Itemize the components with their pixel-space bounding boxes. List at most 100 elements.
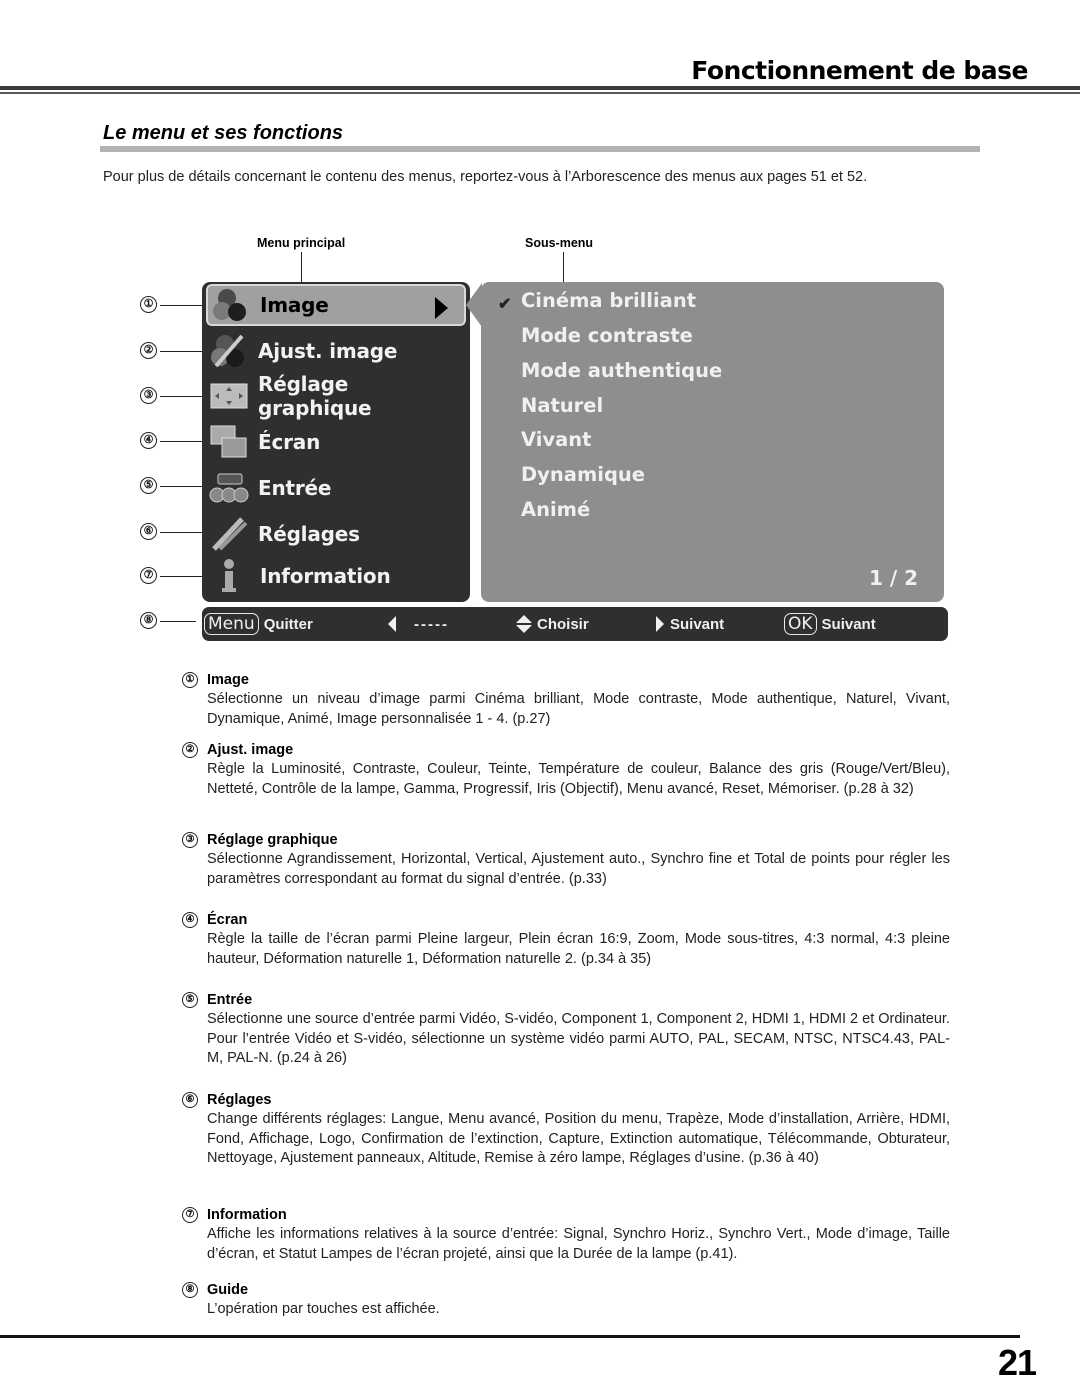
description-text: Sélectionne un niveau d’image parmi Ciné… <box>207 691 950 727</box>
description-ajust-image: ② Ajust. image Règle la Luminosité, Contr… <box>182 740 950 799</box>
menu-item-reglages[interactable]: Réglages <box>206 513 466 555</box>
description-text: L’opération par touches est affichée. <box>207 1301 440 1317</box>
description-text: Sélectionne une source d’entrée parmi Vi… <box>207 1011 950 1066</box>
guide-left: ----- <box>388 607 449 641</box>
menu-item-reglage-graphique[interactable]: Réglage graphique <box>206 372 466 420</box>
sub-menu: ✔ Cinéma brilliant Mode contraste Mode a… <box>481 282 944 602</box>
description-number: ① <box>182 672 198 688</box>
callout-line-6 <box>160 532 206 533</box>
callout-4: ④ <box>140 432 157 449</box>
callout-line-8 <box>160 621 196 622</box>
right-arrow-icon <box>656 616 664 632</box>
submenu-pointer <box>466 283 482 327</box>
description-number: ⑦ <box>182 1207 198 1223</box>
description-reglage-graphique: ③ Réglage graphique Sélectionne Agrandiss… <box>182 830 950 889</box>
description-title: Réglage graphique <box>207 832 338 848</box>
guide-next: Suivant <box>656 607 724 641</box>
footer-rule <box>0 1335 1020 1338</box>
menu-item-label: Information <box>260 564 391 588</box>
submenu-item-anime[interactable]: Animé <box>521 498 590 521</box>
menu-item-information[interactable]: Information <box>206 555 466 597</box>
description-entree: ⑤ Entrée Sélectionne une source d’entrée … <box>182 990 950 1069</box>
menu-item-ecran[interactable]: Écran <box>206 421 466 463</box>
description-text: Change différents réglages: Langue, Menu… <box>207 1111 950 1166</box>
info-icon <box>208 557 250 595</box>
intro-paragraph: Pour plus de détails concernant le conte… <box>103 169 868 185</box>
submenu-arrow-icon <box>435 297 448 319</box>
description-text: Règle la taille de l’écran parmi Pleine … <box>207 931 950 967</box>
description-number: ④ <box>182 912 198 928</box>
menu-item-image[interactable]: Image <box>206 284 466 326</box>
menu-item-label: Réglage graphique <box>258 372 372 420</box>
submenu-item-vivant[interactable]: Vivant <box>521 428 592 451</box>
description-number: ⑧ <box>182 1282 198 1298</box>
callout-6: ⑥ <box>140 523 157 540</box>
menu-item-label: Image <box>260 293 329 317</box>
header-rule <box>0 86 1080 90</box>
ok-key-icon: OK <box>784 613 817 635</box>
menu-item-ajust-image[interactable]: Ajust. image <box>206 330 466 372</box>
submenu-item-cinema-brilliant[interactable]: Cinéma brilliant <box>521 289 696 312</box>
description-image: ① Image Sélectionne un niveau d’image par… <box>182 670 950 729</box>
submenu-item-mode-contraste[interactable]: Mode contraste <box>521 324 693 347</box>
description-title: Information <box>207 1207 287 1223</box>
check-icon: ✔ <box>498 296 512 313</box>
description-title: Écran <box>207 912 248 928</box>
callout-8: ⑧ <box>140 612 157 629</box>
guide-choose: Choisir <box>516 607 589 641</box>
description-title: Réglages <box>207 1092 272 1108</box>
guide-bar: Menu Quitter ----- Choisir Suivant OK Su… <box>202 607 948 641</box>
description-number: ② <box>182 742 198 758</box>
choose-label: Choisir <box>537 615 589 633</box>
screen-icon <box>208 423 250 461</box>
input-icon <box>208 469 250 507</box>
callout-line-5 <box>160 486 206 487</box>
callout-line-4 <box>160 441 206 442</box>
page-indicator: 1 / 2 <box>868 566 918 590</box>
menu-item-entree[interactable]: Entrée <box>206 467 466 509</box>
menu-item-label: Entrée <box>258 476 332 500</box>
ok-label: Suivant <box>821 615 876 633</box>
callout-1: ① <box>140 296 157 313</box>
description-text: Règle la Luminosité, Contraste, Couleur,… <box>207 761 950 797</box>
description-information: ⑦ Information Affiche les informations re… <box>182 1205 950 1264</box>
callout-7: ⑦ <box>140 567 157 584</box>
description-title: Image <box>207 672 249 688</box>
callout-line-7 <box>160 576 206 577</box>
sub-menu-label: Sous-menu <box>525 236 594 250</box>
callout-line-1 <box>160 305 206 306</box>
header-rule-secondary <box>0 92 1080 94</box>
guide-quit: Menu Quitter <box>204 607 313 641</box>
callout-line-3 <box>160 396 206 397</box>
description-number: ⑤ <box>182 992 198 1008</box>
description-title: Guide <box>207 1282 249 1298</box>
quit-label: Quitter <box>263 615 313 633</box>
description-number: ③ <box>182 832 198 848</box>
callout-line-2 <box>160 351 206 352</box>
chapter-title: Fonctionnement de base <box>691 56 1028 85</box>
description-title: Entrée <box>207 992 253 1008</box>
description-guide: ⑧ Guide L’opération par touches est affic… <box>182 1280 950 1320</box>
guide-ok: OK Suivant <box>784 607 876 641</box>
callout-2: ② <box>140 342 157 359</box>
up-down-arrow-icon <box>516 615 532 633</box>
submenu-item-naturel[interactable]: Naturel <box>521 394 603 417</box>
image-adjust-icon <box>208 332 250 370</box>
pc-adjust-icon <box>208 377 250 415</box>
settings-tools-icon <box>208 515 250 553</box>
menu-item-label: Écran <box>258 430 321 454</box>
page-number: 21 <box>997 1342 1037 1383</box>
callout-3: ③ <box>140 387 157 404</box>
description-text: Affiche les informations relatives à la … <box>207 1226 950 1262</box>
description-number: ⑥ <box>182 1092 198 1108</box>
section-divider <box>100 146 980 152</box>
menu-item-label: Ajust. image <box>258 339 398 363</box>
description-text: Sélectionne Agrandissement, Horizontal, … <box>207 851 950 887</box>
description-ecran: ④ Écran Règle la taille de l’écran parmi … <box>182 910 950 969</box>
image-balls-icon <box>210 286 252 324</box>
submenu-item-mode-authentique[interactable]: Mode authentique <box>521 359 722 382</box>
description-reglages: ⑥ Réglages Change différents réglages: La… <box>182 1090 950 1169</box>
submenu-item-dynamique[interactable]: Dynamique <box>521 463 645 486</box>
menu-key-icon: Menu <box>204 613 259 635</box>
callout-5: ⑤ <box>140 477 157 494</box>
